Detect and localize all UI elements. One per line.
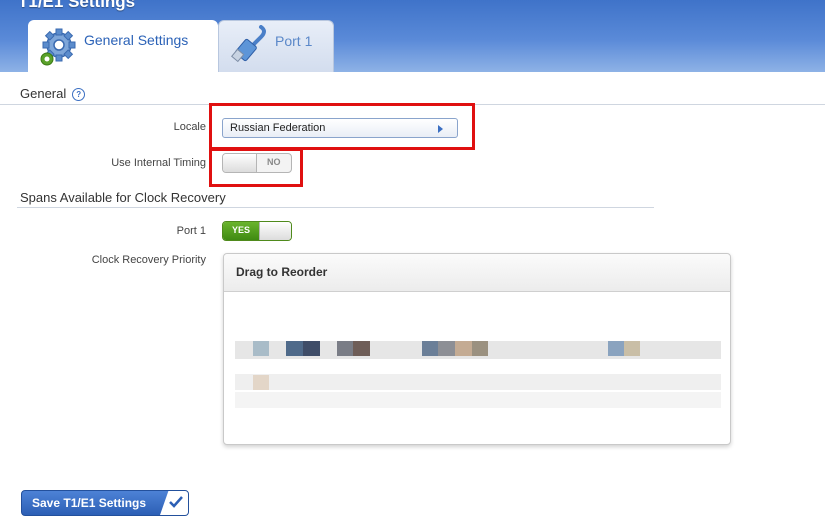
- internal-timing-label: Use Internal Timing: [111, 157, 206, 169]
- section-divider: [17, 207, 654, 208]
- tab-label: Port 1: [275, 33, 313, 49]
- network-cable-icon: [231, 25, 267, 70]
- checkmark-icon: [160, 491, 188, 515]
- reorder-panel[interactable]: Drag to Reorder: [223, 253, 731, 445]
- general-section-label: General: [20, 86, 67, 101]
- reorder-panel-header: Drag to Reorder: [224, 254, 730, 292]
- blurred-row-band: [235, 392, 721, 408]
- toggle-state-text: YES: [232, 225, 251, 235]
- header-bar: T1/E1 Settings General Settings Port 1: [0, 0, 825, 72]
- clock-priority-label: Clock Recovery Priority: [91, 254, 206, 266]
- blurred-block: [438, 341, 455, 356]
- highlight-box-timing: [209, 148, 303, 187]
- help-icon[interactable]: ?: [72, 88, 86, 101]
- blurred-block: [624, 341, 640, 356]
- save-button[interactable]: Save T1/E1 Settings: [21, 490, 189, 516]
- window-title: T1/E1 Settings: [18, 0, 136, 11]
- tab-label: General Settings: [84, 32, 189, 48]
- tab-general-settings[interactable]: General Settings: [28, 20, 218, 72]
- blurred-block: [303, 341, 320, 356]
- blurred-block: [472, 341, 488, 356]
- tab-port-1[interactable]: Port 1: [218, 20, 334, 72]
- blurred-block: [353, 341, 370, 356]
- gear-icon: [38, 26, 80, 72]
- blurred-block: [608, 341, 624, 356]
- blurred-block: [455, 341, 472, 356]
- blurred-row-band: [235, 374, 721, 390]
- reorder-panel-title: Drag to Reorder: [236, 265, 328, 279]
- spans-section-title: Spans Available for Clock Recovery: [20, 190, 226, 205]
- toggle-knob: [259, 222, 291, 240]
- port1-toggle[interactable]: YES: [222, 221, 292, 241]
- highlight-box-locale: [209, 103, 475, 150]
- blurred-block: [337, 341, 353, 356]
- blurred-block: [422, 341, 438, 356]
- blurred-block: [253, 375, 269, 390]
- general-section-title: General?: [20, 86, 86, 101]
- blurred-block: [253, 341, 269, 356]
- port1-label: Port 1: [176, 225, 206, 237]
- locale-label: Locale: [173, 121, 206, 133]
- blurred-block: [286, 341, 303, 356]
- save-button-label: Save T1/E1 Settings: [32, 496, 147, 510]
